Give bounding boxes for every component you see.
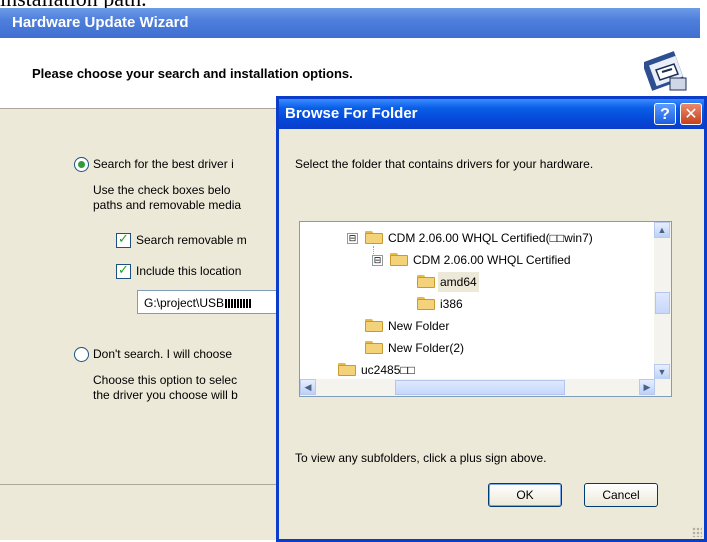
horizontal-scroll-thumb[interactable] [395, 380, 565, 395]
folder-icon [417, 297, 435, 310]
tree-node-label: i386 [440, 297, 463, 311]
dont-search-desc-line1: Choose this option to selec [93, 373, 238, 387]
folder-icon [390, 253, 408, 266]
browse-for-folder-dialog: Browse For Folder ? ✕ Select the folder … [276, 96, 707, 542]
ok-button[interactable]: OK [488, 483, 562, 507]
vertical-scroll-thumb[interactable] [655, 292, 670, 314]
search-removable-label: Search removable m [136, 233, 247, 247]
dont-search-radio[interactable] [74, 347, 89, 362]
cancel-button[interactable]: Cancel [584, 483, 658, 507]
folder-open-icon [417, 275, 435, 288]
vertical-scrollbar[interactable]: ▲ ▼ [654, 222, 671, 380]
folder-icon [365, 341, 383, 354]
tree-node-new-folder[interactable]: New Folder [300, 316, 656, 336]
scroll-up-icon[interactable]: ▲ [654, 222, 670, 238]
resize-grip-icon[interactable] [692, 527, 702, 537]
search-removable-checkbox[interactable] [116, 231, 131, 248]
wizard-title: Hardware Update Wizard [0, 8, 700, 38]
dialog-hint: To view any subfolders, click a plus sig… [295, 451, 547, 465]
dialog-title: Browse For Folder [279, 99, 704, 129]
search-desc-line1: Use the check boxes belo [93, 183, 231, 197]
tree-node-label: amd64 [438, 272, 479, 292]
folder-icon [365, 231, 383, 244]
location-path-value: G:\project\USB [144, 296, 225, 310]
search-best-driver-label: Search for the best driver i [93, 157, 234, 171]
search-best-driver-radio[interactable] [74, 157, 89, 172]
folder-icon [338, 363, 356, 376]
tree-node-cdm-win7[interactable]: ⊟ CDM 2.06.00 WHQL Certified(□□win7) [300, 228, 656, 248]
help-button[interactable]: ? [654, 103, 676, 125]
hardware-wizard-icon [644, 51, 687, 91]
tree-node-label: CDM 2.06.00 WHQL Certified(□□win7) [388, 231, 593, 245]
location-path-field[interactable]: G:\project\USB [137, 290, 277, 314]
folder-tree[interactable]: ⊟ CDM 2.06.00 WHQL Certified(□□win7) ⊟ C… [299, 221, 672, 397]
close-button[interactable]: ✕ [680, 103, 702, 125]
tree-node-label: New Folder(2) [388, 341, 465, 355]
wizard-header-title: Please choose your search and installati… [32, 66, 353, 81]
horizontal-scrollbar[interactable]: ◀ ▶ [300, 379, 671, 396]
folder-icon [365, 319, 383, 332]
tree-node-label: CDM 2.06.00 WHQL Certified [413, 253, 571, 267]
collapse-icon[interactable]: ⊟ [347, 233, 358, 244]
dialog-instruction: Select the folder that contains drivers … [295, 157, 594, 171]
tree-node-new-folder-2[interactable]: New Folder(2) [300, 338, 656, 358]
tree-node-cdm[interactable]: ⊟ CDM 2.06.00 WHQL Certified [300, 250, 656, 270]
tree-node-uc2485[interactable]: uc2485□□ [300, 360, 656, 380]
scroll-right-icon[interactable]: ▶ [639, 379, 655, 395]
include-location-label: Include this location [136, 264, 242, 278]
dont-search-label: Don't search. I will choose [93, 347, 233, 361]
scroll-down-icon[interactable]: ▼ [654, 364, 670, 380]
search-desc-line2: paths and removable media [93, 198, 242, 212]
tree-node-amd64[interactable]: amd64 [300, 272, 656, 292]
scroll-left-icon[interactable]: ◀ [300, 379, 316, 395]
collapse-icon[interactable]: ⊟ [372, 255, 383, 266]
garbled-text-icon [225, 299, 252, 309]
include-location-checkbox[interactable] [116, 262, 131, 279]
tree-node-i386[interactable]: i386 [300, 294, 656, 314]
tree-node-label: New Folder [388, 319, 450, 333]
tree-node-label: uc2485□□ [361, 363, 415, 377]
dont-search-desc-line2: the driver you choose will b [93, 388, 238, 402]
